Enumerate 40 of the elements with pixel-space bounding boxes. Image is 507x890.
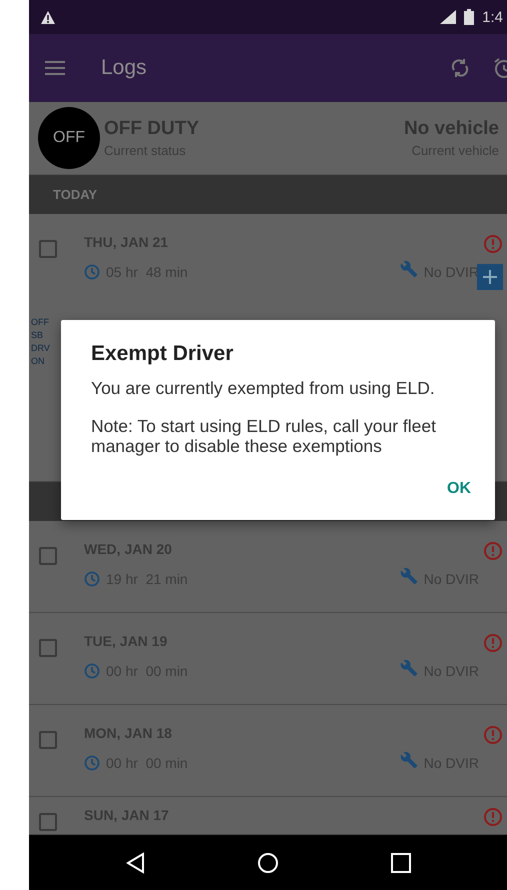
section-title: TODAY (53, 187, 98, 202)
chart-row-label: ON (31, 356, 44, 366)
wrench-icon (400, 751, 418, 769)
wrench-icon (400, 659, 418, 677)
chart-row-label: DRV (31, 343, 50, 353)
dialog-note: Note: To start using ELD rules, call your fleet manager to disable these exemptions (91, 416, 437, 456)
wrench-icon (400, 260, 418, 278)
sync-icon[interactable] (451, 57, 469, 79)
warning-icon (41, 10, 55, 24)
checkbox[interactable] (39, 547, 57, 565)
alert-icon (483, 633, 503, 653)
ok-button[interactable]: OK (439, 474, 479, 504)
clock-icon (84, 264, 100, 280)
checkbox[interactable] (39, 639, 57, 657)
alert-icon (483, 541, 503, 561)
dialog-title: Exempt Driver (91, 342, 234, 366)
clock-icon (84, 570, 100, 586)
app-title: Logs (101, 56, 148, 80)
recents-icon[interactable] (391, 852, 411, 872)
add-button[interactable] (477, 264, 503, 290)
battery-icon (464, 9, 474, 25)
wrench-icon (400, 567, 418, 585)
plus-icon (483, 270, 497, 284)
menu-icon[interactable] (45, 61, 65, 75)
chart-row-label: OFF (31, 317, 49, 327)
clock-icon (84, 662, 100, 678)
checkbox[interactable] (39, 240, 57, 258)
status-time: 1:4 (482, 8, 503, 26)
dialog-message: You are currently exempted from using ELD. (91, 378, 436, 398)
chart-row-label: SB (31, 330, 44, 340)
home-icon[interactable] (257, 852, 279, 874)
signal-icon (440, 10, 456, 24)
back-icon[interactable] (125, 852, 145, 874)
duty-status-badge: OFF (38, 107, 100, 169)
checkbox[interactable] (39, 731, 57, 749)
alert-icon (483, 807, 503, 827)
alert-icon (483, 725, 503, 745)
clock-icon (84, 754, 100, 770)
alert-icon (483, 234, 503, 254)
checkbox[interactable] (39, 813, 57, 831)
